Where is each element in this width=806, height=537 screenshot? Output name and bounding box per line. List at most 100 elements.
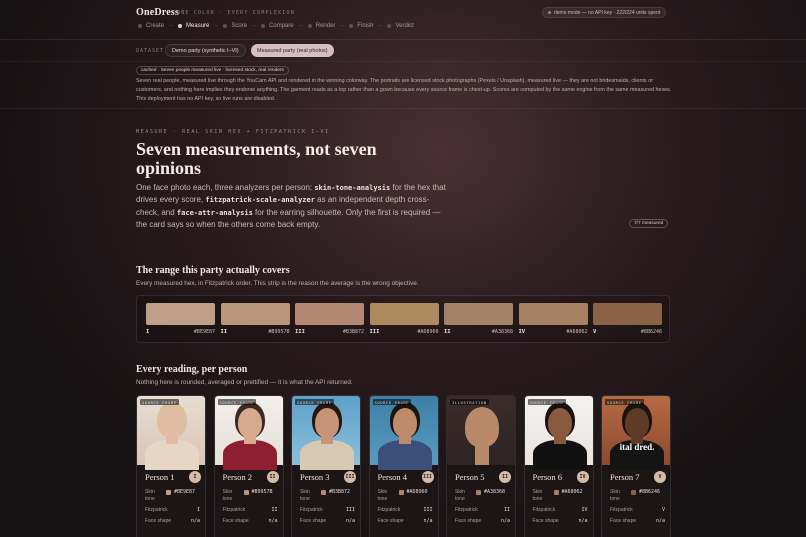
fitzpatrick-row: Fitzpatrick III <box>378 507 433 513</box>
dataset-row: DATASET Demo party (synthetic I–VI) Meas… <box>0 40 806 62</box>
face-shape-value: n/a <box>268 518 278 524</box>
skin-tone-label: Skin tone <box>145 489 155 502</box>
photo-tag: SOURCE FRAME <box>527 399 567 405</box>
step-dot-icon <box>178 24 183 28</box>
fitzpatrick-label: Fitzpatrick <box>300 507 323 513</box>
step-verdict[interactable]: Verdict <box>387 23 414 29</box>
dataset-demo-button[interactable]: Demo party (synthetic I–VI) <box>165 44 246 57</box>
swatch-hex: #8B6246 <box>640 329 662 335</box>
step-create[interactable]: Create <box>138 23 164 29</box>
brand-logo[interactable]: OneDress <box>136 7 179 18</box>
swatch-item: II #A38368 <box>444 303 513 335</box>
readings-title: Every reading, per person <box>136 364 248 375</box>
person-name: Person 2 <box>222 472 253 482</box>
fitzpatrick-badge: IV <box>576 471 589 483</box>
hero-eyebrow: MEASURE · REAL SKIN HEX + FITZPATRICK I–… <box>136 129 330 135</box>
range-title: The range this party actually covers <box>136 265 290 276</box>
person-card[interactable]: ital dred. SOURCE FRAME Person 7 V Skin tone… <box>601 395 671 537</box>
skin-tone-label: Skin tone <box>300 489 310 502</box>
fitzpatrick-value: III <box>423 507 433 513</box>
hex-swatch-icon <box>631 490 636 495</box>
photo-tag: SOURCE FRAME <box>140 399 179 405</box>
dataset-label: DATASET <box>136 48 165 54</box>
skin-tone-row: Skin tone #A38368 <box>455 489 510 503</box>
photo-tag: SOURCE FRAME <box>372 399 412 405</box>
fitzpatrick-label: Fitzpatrick <box>377 507 401 513</box>
fitzpatrick-badge: I <box>189 471 201 483</box>
skin-tone-label: Skin tone <box>455 489 465 502</box>
step-separator: – <box>214 23 219 29</box>
source-photo: SOURCE FRAME <box>524 396 593 470</box>
skin-hex-value: #A68062 <box>561 489 583 495</box>
step-render[interactable]: Render <box>307 23 335 29</box>
neck-shape <box>243 434 256 444</box>
step-dot-icon <box>223 24 228 28</box>
neck-shape <box>398 434 411 444</box>
fitzpatrick-row: Fitzpatrick IV <box>533 507 588 513</box>
skin-tone-row: Skin tone #AD8960 <box>378 489 433 503</box>
skin-tone-row: Skin tone #B3B872 <box>300 489 355 503</box>
skin-hex-value: #BE9E87 <box>174 489 196 495</box>
range-subtitle: Every measured hex, in Fitzpatrick order… <box>136 280 419 287</box>
skin-tone-label: Skin tone <box>222 489 233 502</box>
swatch-item: II #B9957B <box>220 303 290 335</box>
step-separator: – <box>299 23 303 29</box>
person-name: Person 7 <box>610 472 640 482</box>
person-name: Person 3 <box>300 472 330 482</box>
step-finish[interactable]: Finish <box>349 23 373 29</box>
face-shape-label: Face shape <box>145 518 172 524</box>
hex-swatch-icon <box>166 490 171 495</box>
skin-swatch <box>593 303 662 325</box>
hex-swatch-icon <box>476 490 481 495</box>
step-measure[interactable]: Measure <box>178 23 209 29</box>
person-card[interactable]: ILLUSTRATION Person 5 II Skin tone #A38368 Fi… <box>446 395 516 537</box>
fitzpatrick-badge: II <box>266 471 279 483</box>
swatch-item: IV #A68062 <box>518 303 588 335</box>
swatch-fitzpatrick: III <box>369 329 380 335</box>
swatch-item: III #B3B872 <box>295 303 364 335</box>
step-score[interactable]: Score <box>223 23 247 29</box>
person-name: Person 4 <box>377 472 408 482</box>
person-card[interactable]: SOURCE FRAME Person 4 III Skin tone #AD8960 F… <box>368 395 439 537</box>
person-silhouette-icon <box>465 407 499 447</box>
skin-tone-row: Skin tone #8B6246 <box>610 489 665 503</box>
person-card[interactable]: SOURCE FRAME Person 2 II Skin tone #B9957B Fi… <box>213 395 284 537</box>
face-shape-label: Face shape <box>377 518 404 524</box>
swatch-hex: #BE9E87 <box>193 329 215 335</box>
step-compare[interactable]: Compare <box>261 23 294 29</box>
skin-tone-row: Skin tone #BE9E87 <box>145 489 200 503</box>
swatch-hex: #AD8960 <box>417 329 439 335</box>
person-card[interactable]: SOURCE FRAME Person 3 III Skin tone #B3B872 F… <box>291 395 361 537</box>
fitzpatrick-value: V <box>661 507 665 513</box>
face-shape-label: Face shape <box>222 518 249 524</box>
torso-shape <box>377 440 432 470</box>
step-separator: – <box>169 23 173 29</box>
dataset-measured-button[interactable]: Measured party (real photos) <box>251 44 334 57</box>
skin-hex-value: #B3B872 <box>329 489 351 495</box>
fitzpatrick-label: Fitzpatrick <box>610 507 633 513</box>
skin-swatch <box>369 303 439 325</box>
person-card[interactable]: SOURCE FRAME Person 6 IV Skin tone #A68062 Fi… <box>523 395 594 537</box>
fitzpatrick-value: II <box>271 507 278 513</box>
fitzpatrick-row: Fitzpatrick V <box>610 507 665 513</box>
status-dot-icon <box>548 11 551 14</box>
swatch-item: III #AD8960 <box>369 303 439 335</box>
api-face-attr: face-attr-analysis <box>176 208 253 217</box>
fitzpatrick-row: Fitzpatrick II <box>455 507 510 513</box>
readings-subtitle: Nothing here is rounded, averaged or pre… <box>136 379 353 386</box>
source-photo: ILLUSTRATION <box>447 396 515 465</box>
hex-swatch-icon <box>398 490 404 495</box>
swatch-hex: #B3B872 <box>342 329 364 335</box>
skin-swatch <box>146 303 215 325</box>
face-shape-row: Face shape n/a <box>223 518 278 524</box>
photo-tag: SOURCE FRAME <box>605 399 644 405</box>
swatch-item: V #8B6246 <box>593 303 662 335</box>
skin-swatch <box>444 303 513 325</box>
photo-tag: SOURCE FRAME <box>217 399 257 405</box>
person-card[interactable]: SOURCE FRAME Person 1 I Skin tone #BE9E87 Fit… <box>136 395 206 537</box>
fitzpatrick-row: Fitzpatrick III <box>300 507 355 513</box>
swatch-fitzpatrick: II <box>220 329 228 335</box>
top-bar: OneDress ONE COLOR · EVERY COMPLEXION de… <box>0 0 806 40</box>
skin-tone-label: Skin tone <box>610 489 620 502</box>
fitzpatrick-label: Fitzpatrick <box>532 507 556 513</box>
